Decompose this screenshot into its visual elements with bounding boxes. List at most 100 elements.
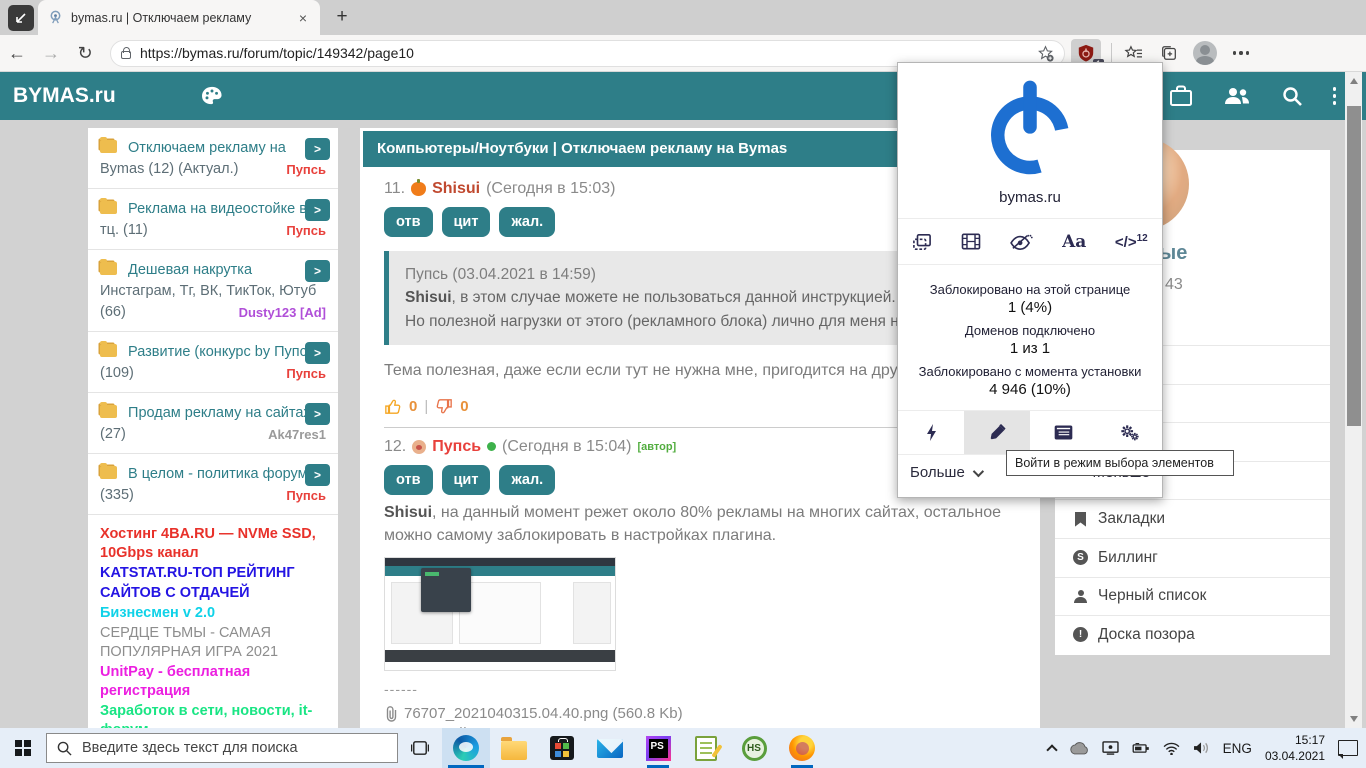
wifi-icon[interactable] [1163,742,1180,755]
attachment-filename[interactable]: 76707_2021040315.04.40.png (560.8 Kb) [404,705,683,722]
topic-goto-button[interactable]: > [305,138,330,160]
topic-list-item[interactable]: Отключаем рекламу на Bymas (12) (Актуал.… [88,128,338,189]
menu-item-billing[interactable]: S Биллинг [1055,538,1330,577]
post-number: 11. [384,180,405,198]
taskbar-phpstorm-icon[interactable] [634,728,682,768]
tab-close-icon[interactable]: × [296,10,310,26]
cosmetic-filtering-icon[interactable] [1009,233,1033,251]
browser-tab[interactable]: bymas.ru | Отключаем рекламу × [38,0,320,35]
cast-display-icon[interactable] [1102,741,1119,755]
refresh-button[interactable]: ↻ [68,43,102,64]
dashboard-settings-button[interactable] [1096,411,1162,454]
remote-fonts-icon[interactable]: Aa [1062,232,1086,252]
topic-title[interactable]: Отключаем рекламу на [128,140,286,156]
profile-avatar-icon[interactable] [1190,39,1220,67]
ad-link[interactable]: СЕРДЦЕ ТЬМЫ - САМАЯ ПОПУЛЯРНАЯ ИГРА 2021 [100,624,326,662]
post-author[interactable]: Shisui [432,180,480,198]
topic-list-item[interactable]: В целом - политика форума? (335) Пупсь > [88,454,338,515]
thumb-up-icon[interactable] [384,398,402,415]
site-menu-icon[interactable] [1333,87,1337,105]
quote-button[interactable]: цит [442,465,491,495]
ad-link[interactable]: KATSTAT.RU-ТОП РЕЙТИНГ САЙТОВ С ОТДАЧЕЙ [100,564,326,602]
pinned-window-icon[interactable] [8,5,34,31]
menu-item-blacklist[interactable]: Черный список [1055,577,1330,616]
volume-icon[interactable] [1193,741,1210,755]
topic-last-author[interactable]: Dusty123 [Ad] [239,304,326,323]
taskbar-edge-icon[interactable] [442,728,490,768]
taskbar-search-box[interactable]: Введите здесь текст для поиска [46,733,398,763]
add-favorite-icon[interactable] [1037,45,1054,62]
topic-title[interactable]: Реклама на видеостойке в [128,201,307,217]
topic-last-author[interactable]: Пупсь [286,222,326,241]
topic-last-author[interactable]: Ak47res1 [268,426,326,445]
thumb-down-icon[interactable] [435,398,453,415]
ublock-power-button[interactable] [898,63,1162,181]
menu-item-bookmarks[interactable]: Закладки [1055,499,1330,538]
element-picker-button[interactable] [964,411,1030,454]
language-indicator[interactable]: ENG [1223,741,1252,756]
topic-list-item[interactable]: Продам рекламу на сайтах! (27) Ak47res1 … [88,393,338,454]
topic-last-author[interactable]: Пупсь [286,487,326,506]
ad-link[interactable]: Бизнесмен v 2.0 [100,604,326,623]
reply-button[interactable]: отв [384,465,433,495]
ad-link[interactable]: Хостинг 4BA.RU — NVMe SSD, 10Gbps канал [100,525,326,563]
popup-blocker-icon[interactable] [912,233,932,251]
report-button[interactable]: жал. [499,465,555,495]
start-button[interactable] [0,728,46,768]
forward-button[interactable]: → [34,43,68,64]
topic-goto-button[interactable]: > [305,199,330,221]
more-button[interactable]: Больше [910,464,981,481]
topic-list-item[interactable]: Развитие (конкурс by Пупсь) (109) Пупсь … [88,332,338,393]
task-view-button[interactable] [398,728,442,768]
topic-title[interactable]: В целом - политика форума? [128,466,324,482]
scroll-up-arrow[interactable] [1350,78,1358,84]
media-blocker-icon[interactable] [961,233,981,250]
topic-goto-button[interactable]: > [305,260,330,282]
topic-list-item[interactable]: Реклама на видеостойке в тц. (11) Пупсь … [88,189,338,250]
ad-link[interactable]: UnitPay - бесплатная регистрация [100,663,326,701]
attached-screenshot-thumbnail[interactable] [384,557,616,671]
action-center-icon[interactable] [1338,740,1358,756]
scroll-down-arrow[interactable] [1350,716,1358,722]
browser-menu-icon[interactable] [1226,39,1256,67]
site-logo[interactable]: BYMAS.ru [13,84,116,108]
new-tab-button[interactable]: + [330,6,354,30]
javascript-toggle-icon[interactable]: </>12 [1115,233,1148,251]
taskbar-heidisql-icon[interactable]: HS [730,728,778,768]
search-icon[interactable] [1281,85,1303,107]
taskbar-explorer-icon[interactable] [490,728,538,768]
logger-button[interactable] [1030,411,1096,454]
topic-goto-button[interactable]: > [305,342,330,364]
element-zapper-button[interactable] [898,411,964,454]
topic-list-item[interactable]: Дешевая накрутка Инстаграм, Тг, ВК, ТикТ… [88,250,338,332]
onedrive-cloud-icon[interactable] [1069,742,1089,755]
taskbar-store-icon[interactable] [538,728,586,768]
ublock-site-name: bymas.ru [898,189,1162,219]
menu-item-shame-board[interactable]: ! Доска позора [1055,615,1330,654]
tray-clock[interactable]: 15:17 03.04.2021 [1265,732,1325,764]
topic-title[interactable]: Развитие (конкурс by Пупсь) [128,344,319,360]
report-button[interactable]: жал. [499,207,555,237]
taskbar-mail-icon[interactable] [586,728,634,768]
topic-last-author[interactable]: Пупсь [286,161,326,180]
battery-icon[interactable] [1132,743,1150,754]
topic-goto-button[interactable]: > [305,403,330,425]
topic-title[interactable]: Дешевая накрутка [128,262,252,278]
tray-expand-icon[interactable] [1046,744,1057,755]
scrollbar-thumb[interactable] [1347,106,1361,426]
topic-last-author[interactable]: Пупсь [286,365,326,384]
users-icon[interactable] [1223,86,1251,106]
taskbar-notepadpp-icon[interactable] [682,728,730,768]
taskbar-firefox-icon[interactable] [778,728,826,768]
url-text[interactable]: https://bymas.ru/forum/topic/149342/page… [140,45,1028,61]
reply-button[interactable]: отв [384,207,433,237]
quote-button[interactable]: цит [442,207,491,237]
post-author[interactable]: Пупсь [432,438,481,456]
menu-label: Биллинг [1098,549,1158,567]
market-icon[interactable] [1169,85,1193,107]
topic-title[interactable]: Продам рекламу на сайтах! [128,405,315,421]
page-scrollbar[interactable] [1345,72,1362,728]
back-button[interactable]: ← [0,43,34,64]
topic-goto-button[interactable]: > [305,464,330,486]
theme-palette-icon[interactable] [201,86,223,106]
